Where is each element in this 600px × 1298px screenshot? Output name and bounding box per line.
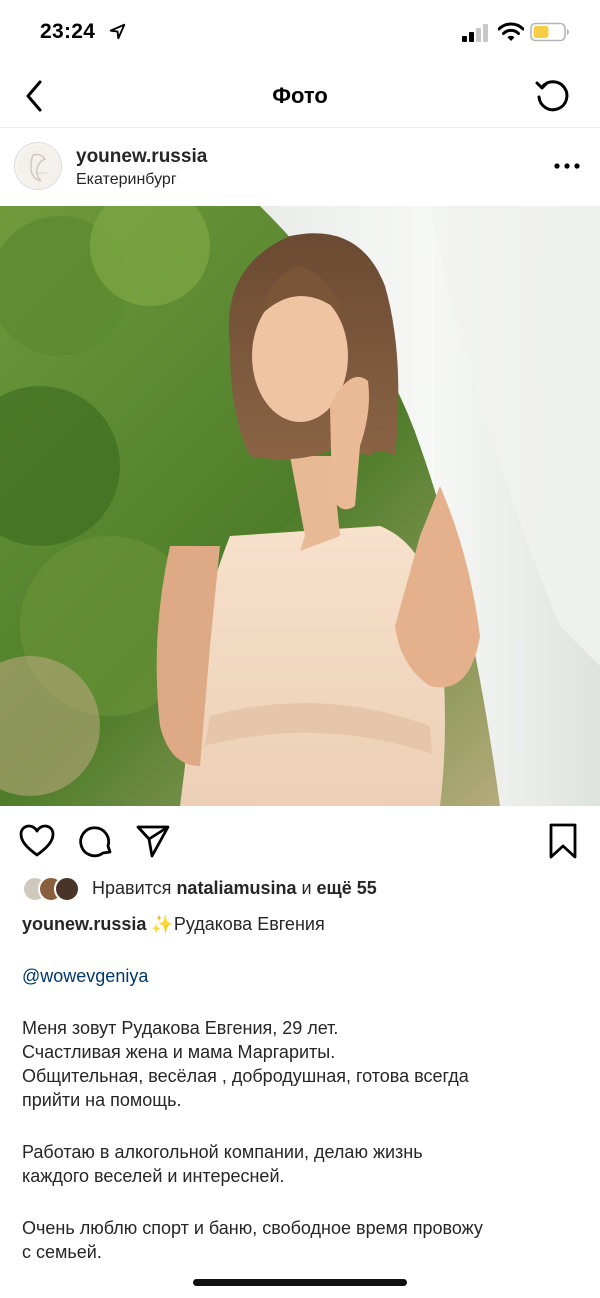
caption-username[interactable]: younew.russia [22, 914, 146, 934]
post-header: younew.russia Екатеринбург [0, 128, 600, 206]
send-icon[interactable] [134, 822, 172, 860]
caption-first-line: younew.russia ✨Рудакова Евгения [22, 912, 582, 936]
post-photo[interactable] [0, 206, 600, 806]
nav-bar: Фото [0, 64, 600, 128]
liker-avatars [22, 876, 88, 904]
caption-mention[interactable]: @wowevgeniya [22, 964, 582, 988]
post-location[interactable]: Екатеринбург [76, 171, 177, 189]
liker-username[interactable]: nataliamusina [176, 878, 296, 898]
avatar [54, 876, 80, 902]
likes-text: Нравится nataliamusina и ещё 55 [92, 878, 377, 899]
caption-text-line: Счастливая жена и мама Маргариты. [22, 1042, 336, 1062]
post-actions [0, 816, 600, 866]
post-username[interactable]: younew.russia [76, 146, 207, 168]
caption-text-line: прийти на помощь. [22, 1090, 182, 1110]
caption-text-line: Общительная, весёлая , добродушная, гото… [22, 1066, 469, 1086]
comment-icon[interactable] [77, 822, 115, 860]
refresh-icon[interactable] [532, 75, 574, 117]
caption-text-line: с семьей. [22, 1242, 102, 1262]
location-arrow-icon [109, 23, 126, 40]
caption-text-line: Очень люблю спорт и баню, свободное врем… [22, 1218, 483, 1238]
caption-headline: Рудакова Евгения [173, 914, 325, 934]
avatar-logo-icon [17, 145, 61, 189]
home-indicator[interactable] [193, 1279, 407, 1286]
caption-text-line: каждого веселей и интересней. [22, 1166, 285, 1186]
battery-icon [530, 22, 569, 42]
caption-text-line: Работаю в алкогольной компании, делаю жи… [22, 1142, 423, 1162]
post-photo-image [0, 206, 600, 806]
avatar[interactable] [14, 142, 62, 190]
bookmark-icon[interactable] [544, 822, 582, 860]
likes-row[interactable]: Нравится nataliamusina и ещё 55 [22, 874, 582, 904]
sparkle-icon: ✨ [151, 914, 174, 934]
likes-middle: и [296, 878, 317, 898]
more-horizontal-icon[interactable] [552, 156, 582, 176]
caption-text-line: Меня зовут Рудакова Евгения, 29 лет. [22, 1018, 339, 1038]
heart-icon[interactable] [18, 822, 56, 860]
cellular-signal-icon [462, 24, 488, 42]
likes-prefix: Нравится [92, 878, 177, 898]
status-bar: 23:24 [0, 0, 600, 64]
page-title: Фото [272, 83, 328, 108]
post-caption: younew.russia ✨Рудакова Евгения @wowevge… [22, 912, 582, 1264]
wifi-icon [498, 22, 524, 41]
status-time: 23:24 [40, 20, 96, 43]
likes-count[interactable]: ещё 55 [317, 878, 377, 898]
